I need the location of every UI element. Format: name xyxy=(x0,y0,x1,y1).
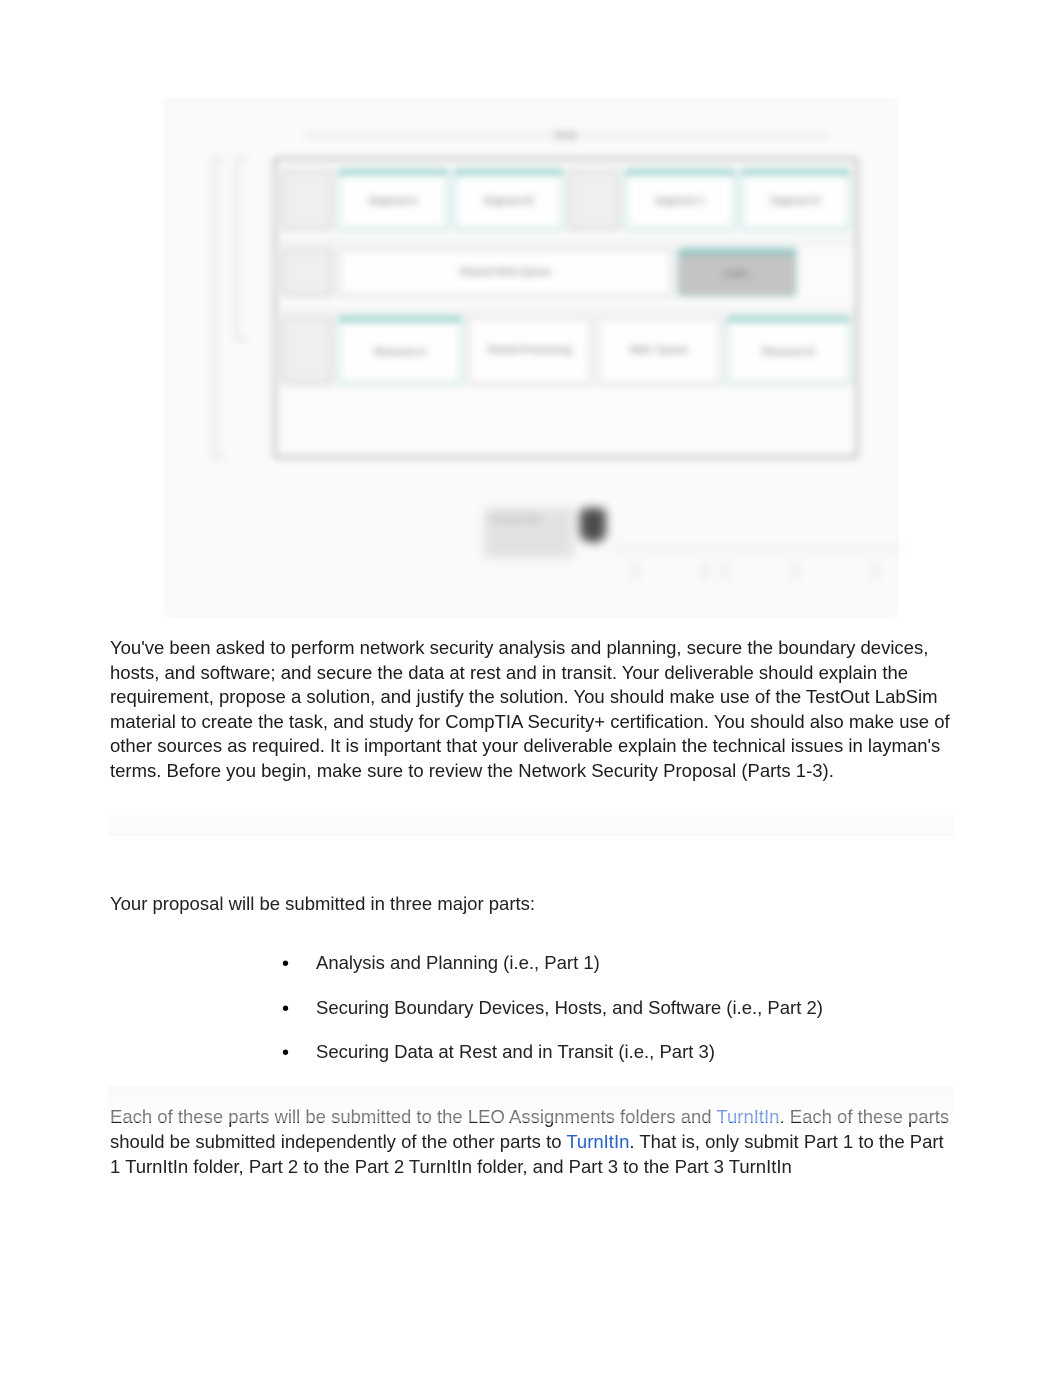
diagram-cell xyxy=(282,170,332,230)
diagram-cell xyxy=(282,249,332,296)
diagram-cell xyxy=(282,317,332,384)
list-item: Analysis and Planning (i.e., Part 1) xyxy=(282,941,952,986)
diagram-row-3: Resource A Shared Processing Wait / Queu… xyxy=(276,310,856,390)
diagram-caption-block: Process flow xyxy=(484,508,574,558)
diagram-left-bracket-inner xyxy=(236,158,247,340)
diagram-cell-fill: buffer xyxy=(678,249,796,296)
diagram-cell xyxy=(569,170,619,230)
turnitin-link[interactable]: TurnItIn xyxy=(716,1106,779,1127)
lead-line: Your proposal will be submitted in three… xyxy=(110,892,952,917)
diagram-icon-block xyxy=(580,508,606,542)
text-run: Each of these parts will be submitted to… xyxy=(110,1106,716,1127)
diagram-row-2: Shared Work Queue buffer xyxy=(276,242,856,302)
diagram-blurred: time Segment A Segment B Segment C Segme… xyxy=(184,118,878,478)
document-page: time Segment A Segment B Segment C Segme… xyxy=(0,0,1062,1376)
submission-paragraph: Each of these parts will be submitted to… xyxy=(110,1105,952,1179)
list-item: Securing Data at Rest and in Transit (i.… xyxy=(282,1030,952,1075)
diagram-cell: Resource B xyxy=(727,317,851,384)
diagram-cell: Wait / Queue xyxy=(597,317,721,384)
diagram-row-1: Segment A Segment B Segment C Segment D xyxy=(276,164,856,236)
parts-list: Analysis and Planning (i.e., Part 1) Sec… xyxy=(110,941,952,1076)
diagram-cell: Segment D xyxy=(741,170,851,230)
diagram-cell: Segment B xyxy=(454,170,564,230)
turnitin-link[interactable]: TurnItIn xyxy=(566,1131,629,1152)
diagram-left-bracket-outer xyxy=(214,158,225,458)
list-item: Securing Boundary Devices, Hosts, and So… xyxy=(282,986,952,1031)
diagram-cell xyxy=(802,249,850,296)
intro-paragraph: You've been asked to perform network sec… xyxy=(110,636,952,784)
diagram-cell: Segment C xyxy=(625,170,735,230)
diagram-cell: Segment A xyxy=(338,170,448,230)
diagram-figure: time Segment A Segment B Segment C Segme… xyxy=(166,100,896,616)
diagram-cell: Shared Processing xyxy=(468,317,592,384)
diagram-grid: Segment A Segment B Segment C Segment D … xyxy=(274,158,858,458)
diagram-cell-center: Shared Work Queue xyxy=(338,249,672,296)
spacing xyxy=(110,784,952,892)
diagram-top-axis: time xyxy=(274,128,858,142)
diagram-cell: Resource A xyxy=(338,317,462,384)
diagram-footer-strip: Process flow xyxy=(184,508,878,598)
